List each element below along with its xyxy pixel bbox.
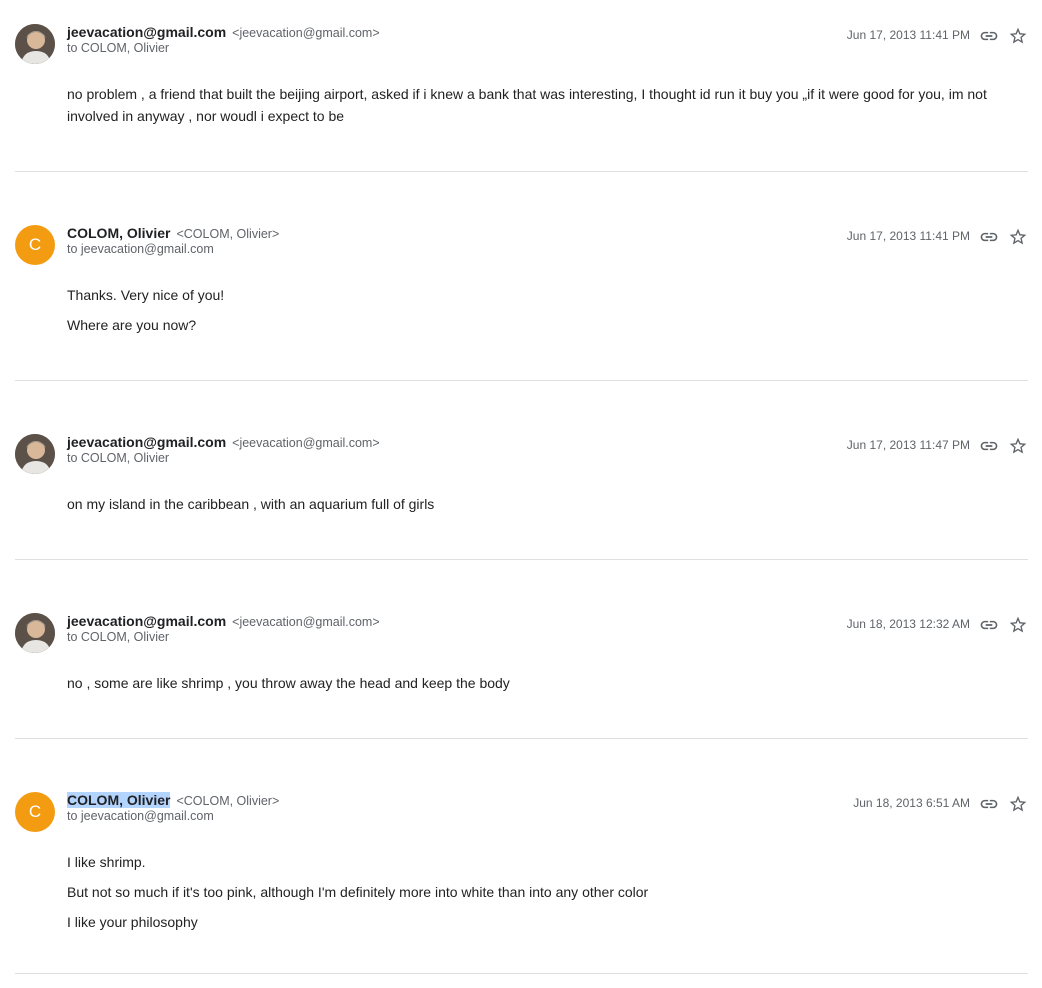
sender-avatar[interactable]: [15, 613, 55, 653]
email-message: jeevacation@gmail.com <jeevacation@gmail.…: [15, 24, 1028, 134]
sender-email: <COLOM, Olivier>: [176, 794, 280, 808]
sender-avatar[interactable]: [15, 24, 55, 64]
email-message: C COLOM, Olivier <COLOM, Olivier> to jeev…: [15, 225, 1028, 345]
message-body: I like shrimp. But not so much if it's t…: [67, 851, 1002, 941]
sender-avatar[interactable]: C: [15, 225, 55, 265]
message-divider: [15, 973, 1028, 974]
message-divider: [15, 738, 1028, 739]
message-date: Jun 18, 2013 6:51 AM: [853, 796, 970, 810]
person-photo-icon: [15, 613, 55, 653]
sender-name[interactable]: jeevacation@gmail.com: [67, 613, 226, 629]
link-icon[interactable]: [979, 436, 999, 456]
link-icon[interactable]: [979, 227, 999, 247]
body-paragraph: Where are you now?: [67, 317, 197, 333]
body-paragraph: I like your philosophy: [67, 914, 198, 930]
sender-avatar[interactable]: [15, 434, 55, 474]
link-icon[interactable]: [979, 26, 999, 46]
sender-name[interactable]: jeevacation@gmail.com: [67, 24, 226, 40]
link-icon[interactable]: [979, 794, 999, 814]
message-date: Jun 17, 2013 11:41 PM: [846, 229, 970, 243]
sender-email: <jeevacation@gmail.com>: [232, 615, 380, 629]
message-body: no , some are like shrimp , you throw aw…: [67, 672, 1002, 702]
recipient-line: to COLOM, Olivier: [67, 41, 170, 55]
message-divider: [15, 559, 1028, 560]
star-outline-icon[interactable]: [1008, 26, 1028, 46]
message-date: Jun 18, 2013 12:32 AM: [846, 617, 970, 631]
sender-email: <jeevacation@gmail.com>: [232, 436, 380, 450]
sender-email: <COLOM, Olivier>: [176, 227, 280, 241]
sender-name[interactable]: jeevacation@gmail.com: [67, 434, 226, 450]
star-outline-icon[interactable]: [1008, 436, 1028, 456]
recipient-line: to jeevacation@gmail.com: [67, 809, 214, 823]
sender-name[interactable]: COLOM, Olivier: [67, 225, 170, 241]
message-date: Jun 17, 2013 11:47 PM: [846, 438, 970, 452]
body-paragraph: no problem , a friend that built the bei…: [67, 86, 987, 124]
message-date: Jun 17, 2013 11:41 PM: [846, 28, 970, 42]
email-message: C COLOM, Olivier <COLOM, Olivier> to jeev…: [15, 792, 1028, 942]
sender-avatar[interactable]: C: [15, 792, 55, 832]
message-divider: [15, 171, 1028, 172]
message-body: Thanks. Very nice of you! Where are you …: [67, 284, 1002, 344]
body-paragraph: no , some are like shrimp , you throw aw…: [67, 675, 510, 691]
recipient-line: to jeevacation@gmail.com: [67, 242, 214, 256]
message-body: on my island in the caribbean , with an …: [67, 493, 1002, 523]
message-body: no problem , a friend that built the bei…: [67, 83, 1002, 135]
message-divider: [15, 380, 1028, 381]
body-paragraph: I like shrimp.: [67, 854, 146, 870]
star-outline-icon[interactable]: [1008, 615, 1028, 635]
email-message: jeevacation@gmail.com <jeevacation@gmail.…: [15, 613, 1028, 703]
person-photo-icon: [15, 24, 55, 64]
body-paragraph: Thanks. Very nice of you!: [67, 287, 225, 303]
email-message: jeevacation@gmail.com <jeevacation@gmail.…: [15, 434, 1028, 524]
recipient-line: to COLOM, Olivier: [67, 630, 170, 644]
recipient-line: to COLOM, Olivier: [67, 451, 170, 465]
sender-name[interactable]: COLOM, Olivier: [67, 792, 171, 808]
body-paragraph: But not so much if it's too pink, althou…: [67, 884, 649, 900]
star-outline-icon[interactable]: [1008, 227, 1028, 247]
body-paragraph: on my island in the caribbean , with an …: [67, 496, 435, 512]
star-outline-icon[interactable]: [1008, 794, 1028, 814]
sender-email: <jeevacation@gmail.com>: [232, 26, 380, 40]
link-icon[interactable]: [979, 615, 999, 635]
person-photo-icon: [15, 434, 55, 474]
